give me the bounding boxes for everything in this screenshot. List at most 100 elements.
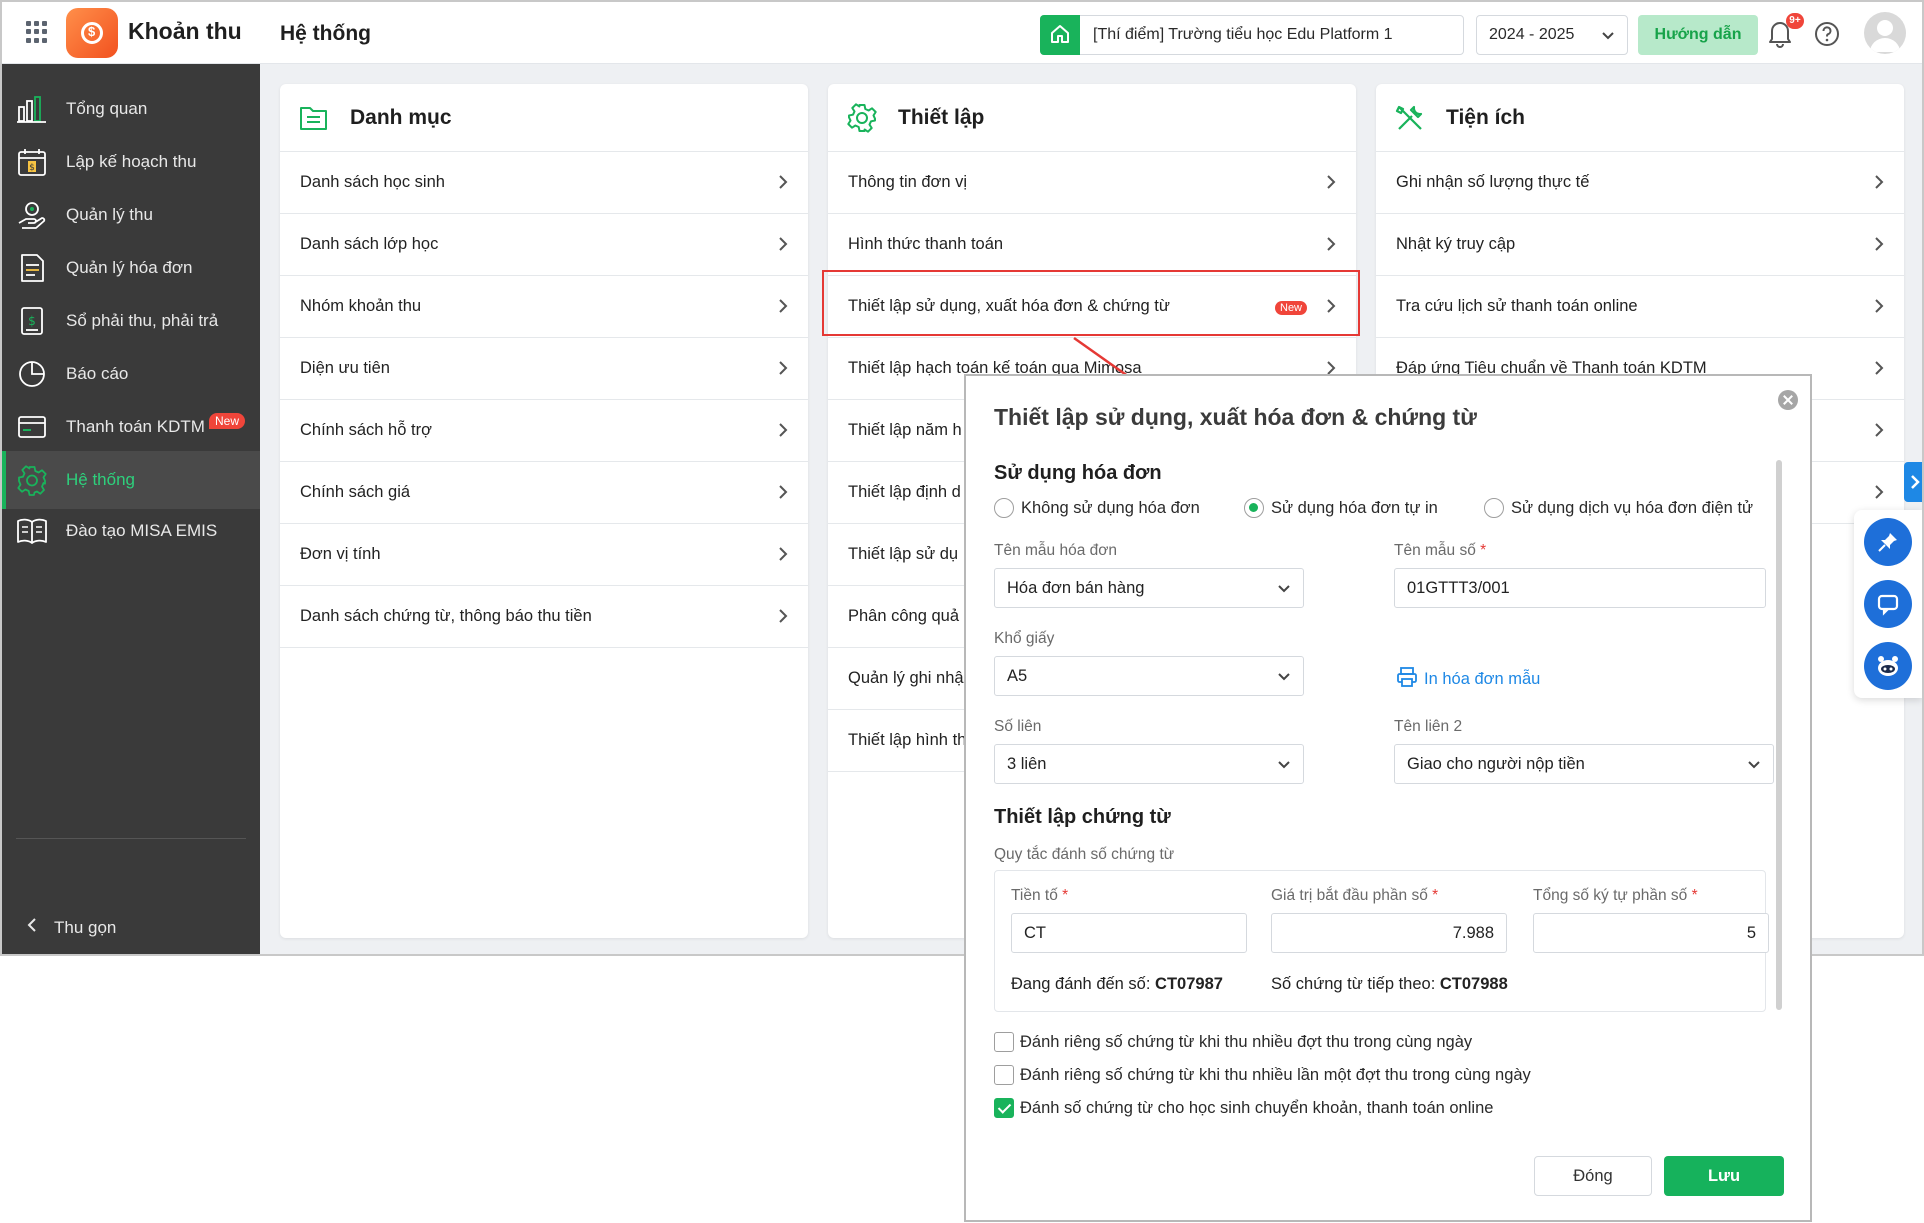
chevron-right-icon	[1875, 485, 1884, 499]
guide-button[interactable]: Hướng dẫn	[1638, 15, 1758, 55]
chevron-right-icon	[1327, 237, 1336, 251]
voucher-section-title: Thiết lập chứng từ	[994, 806, 1171, 828]
sidebar-item-system[interactable]: Hệ thống	[2, 451, 260, 509]
list-item[interactable]: Tra cứu lịch sử thanh toán online	[1376, 276, 1904, 338]
pin-tool-button[interactable]	[1864, 518, 1912, 566]
input-value: 01GTTT3/001	[1407, 579, 1510, 597]
save-button[interactable]: Lưu	[1664, 1156, 1784, 1196]
chevron-right-icon	[1911, 475, 1920, 489]
item-label: Nhóm khoản thu	[300, 297, 422, 315]
radio-icon	[1244, 498, 1264, 518]
sidebar-item-overview[interactable]: Tổng quan	[2, 80, 260, 138]
sidebar-item-label: Đào tạo MISA EMIS	[66, 521, 218, 540]
prefix-input[interactable]: CT	[1011, 913, 1247, 953]
chevron-right-icon	[1875, 423, 1884, 437]
school-year-select[interactable]: 2024 - 2025	[1476, 15, 1628, 55]
school-selector[interactable]: [Thí điểm] Trường tiểu học Edu Platform …	[1040, 15, 1464, 55]
help-icon[interactable]	[1814, 21, 1840, 47]
checkbox-label: Đánh riêng số chứng từ khi thu nhiều lần…	[1020, 1066, 1531, 1084]
template-name-select[interactable]: Hóa đơn bán hàng	[994, 568, 1304, 608]
card-title: Danh mục	[350, 106, 452, 129]
radio-icon	[994, 498, 1014, 518]
chevron-down-icon	[1278, 585, 1290, 593]
card-title: Tiện ích	[1446, 106, 1525, 129]
sidebar-divider	[16, 838, 246, 839]
item-label: Chính sách hỗ trợ	[300, 421, 432, 439]
chevron-right-icon	[779, 485, 788, 499]
copies-select[interactable]: 3 liên	[994, 744, 1304, 784]
input-value: CT	[1024, 924, 1046, 942]
list-item[interactable]: Ghi nhận số lượng thực tế	[1376, 152, 1904, 214]
card-header: Tiện ích	[1376, 84, 1904, 152]
list-item[interactable]: Thông tin đơn vị	[828, 152, 1356, 214]
checkbox-separate-per-payment[interactable]: Đánh riêng số chứng từ khi thu nhiều lần…	[994, 1065, 1531, 1085]
list-item[interactable]: Danh sách chứng từ, thông báo thu tiền	[280, 586, 808, 648]
list-item[interactable]: Danh sách lớp học	[280, 214, 808, 276]
sidebar-item-label: Thanh toán KDTM	[66, 417, 205, 436]
avatar[interactable]	[1864, 12, 1906, 54]
sidebar-item-invoices[interactable]: Quản lý hóa đơn	[2, 239, 260, 297]
print-sample-invoice-link[interactable]: In hóa đơn mẫu	[1396, 666, 1540, 689]
template-code-input[interactable]: 01GTTT3/001	[1394, 568, 1766, 608]
chevron-left-icon	[27, 918, 36, 932]
copy2-name-select[interactable]: Giao cho người nộp tiền	[1394, 744, 1774, 784]
item-label: Thiết lập năm h	[848, 421, 962, 439]
bar-chart-icon	[17, 96, 46, 123]
checkbox-icon	[994, 1065, 1014, 1085]
checkbox-separate-per-batch[interactable]: Đánh riêng số chứng từ khi thu nhiều đợt…	[994, 1032, 1472, 1052]
app-launcher-icon[interactable]	[26, 21, 48, 43]
chat-button[interactable]	[1864, 580, 1912, 628]
paper-size-select[interactable]: A5	[994, 656, 1304, 696]
copy2-name-label: Tên liên 2	[1394, 718, 1463, 735]
floating-tools	[1854, 510, 1922, 698]
assistant-bot-button[interactable]	[1864, 642, 1912, 690]
card-title: Thiết lập	[898, 106, 985, 129]
float-panel-toggle[interactable]	[1904, 462, 1922, 502]
chevron-down-icon	[1278, 673, 1290, 681]
input-value: 7.988	[1452, 924, 1494, 942]
pie-chart-icon	[19, 361, 45, 387]
invoice-settings-dialog: Thiết lập sử dụng, xuất hóa đơn & chứng …	[964, 374, 1812, 1222]
list-item[interactable]: Đơn vị tính	[280, 524, 808, 586]
dialog-scrollbar[interactable]	[1776, 460, 1782, 1010]
item-label: Phân công quả	[848, 607, 960, 625]
list-item[interactable]: Chính sách hỗ trợ	[280, 400, 808, 462]
list-item[interactable]: Chính sách giá	[280, 462, 808, 524]
list-item[interactable]: Hình thức thanh toán	[828, 214, 1356, 276]
item-label: Danh sách chứng từ, thông báo thu tiền	[300, 607, 592, 625]
item-label: Danh sách lớp học	[300, 235, 439, 253]
chevron-right-icon	[779, 175, 788, 189]
chevron-right-icon	[779, 299, 788, 313]
radio-no-invoice[interactable]: Không sử dụng hóa đơn	[994, 498, 1200, 518]
close-button[interactable]: Đóng	[1534, 1156, 1652, 1196]
sidebar-item-label: Tổng quan	[66, 99, 148, 118]
list-item[interactable]: Nhóm khoản thu	[280, 276, 808, 338]
new-badge: New	[209, 413, 246, 429]
sidebar-item-planning[interactable]: $ Lập kế hoạch thu	[2, 133, 260, 191]
paper-size-label: Khổ giấy	[994, 630, 1055, 647]
item-label: Thiết lập sử dụ	[848, 545, 959, 563]
highlight-annotation	[822, 270, 1360, 336]
item-label: Thông tin đơn vị	[848, 173, 968, 191]
sidebar-item-ledger[interactable]: $ Sổ phải thu, phải trả	[2, 292, 260, 350]
select-value: A5	[1007, 667, 1028, 685]
collapse-sidebar-button[interactable]: Thu gọn	[26, 917, 116, 938]
checkbox-online-payment-numbering[interactable]: Đánh số chứng từ cho học sinh chuyển kho…	[994, 1098, 1493, 1118]
close-icon[interactable]	[1778, 390, 1798, 410]
dialog-title: Thiết lập sử dụng, xuất hóa đơn & chứng …	[994, 404, 1477, 430]
radio-label: Sử dụng dịch vụ hóa đơn điện tử	[1511, 499, 1754, 517]
sidebar-item-training[interactable]: Đào tạo MISA EMIS	[2, 502, 260, 560]
sidebar-item-reports[interactable]: Báo cáo	[2, 345, 260, 403]
start-value-input[interactable]: 7.988	[1271, 913, 1507, 953]
sidebar-item-collections[interactable]: Quản lý thu	[2, 186, 260, 244]
list-item[interactable]: Danh sách học sinh	[280, 152, 808, 214]
invoice-icon	[21, 254, 44, 282]
digit-count-input[interactable]: 5	[1533, 913, 1769, 953]
numbering-rule-label: Quy tắc đánh số chứng từ	[994, 846, 1175, 863]
list-item[interactable]: Nhật ký truy cập	[1376, 214, 1904, 276]
radio-e-invoice[interactable]: Sử dụng dịch vụ hóa đơn điện tử	[1484, 498, 1753, 518]
sidebar-item-label: Hệ thống	[66, 470, 135, 489]
prefix-label: Tiền tố *	[1011, 887, 1069, 904]
list-item[interactable]: Diện ưu tiên	[280, 338, 808, 400]
radio-self-printed-invoice[interactable]: Sử dụng hóa đơn tự in	[1244, 498, 1438, 518]
